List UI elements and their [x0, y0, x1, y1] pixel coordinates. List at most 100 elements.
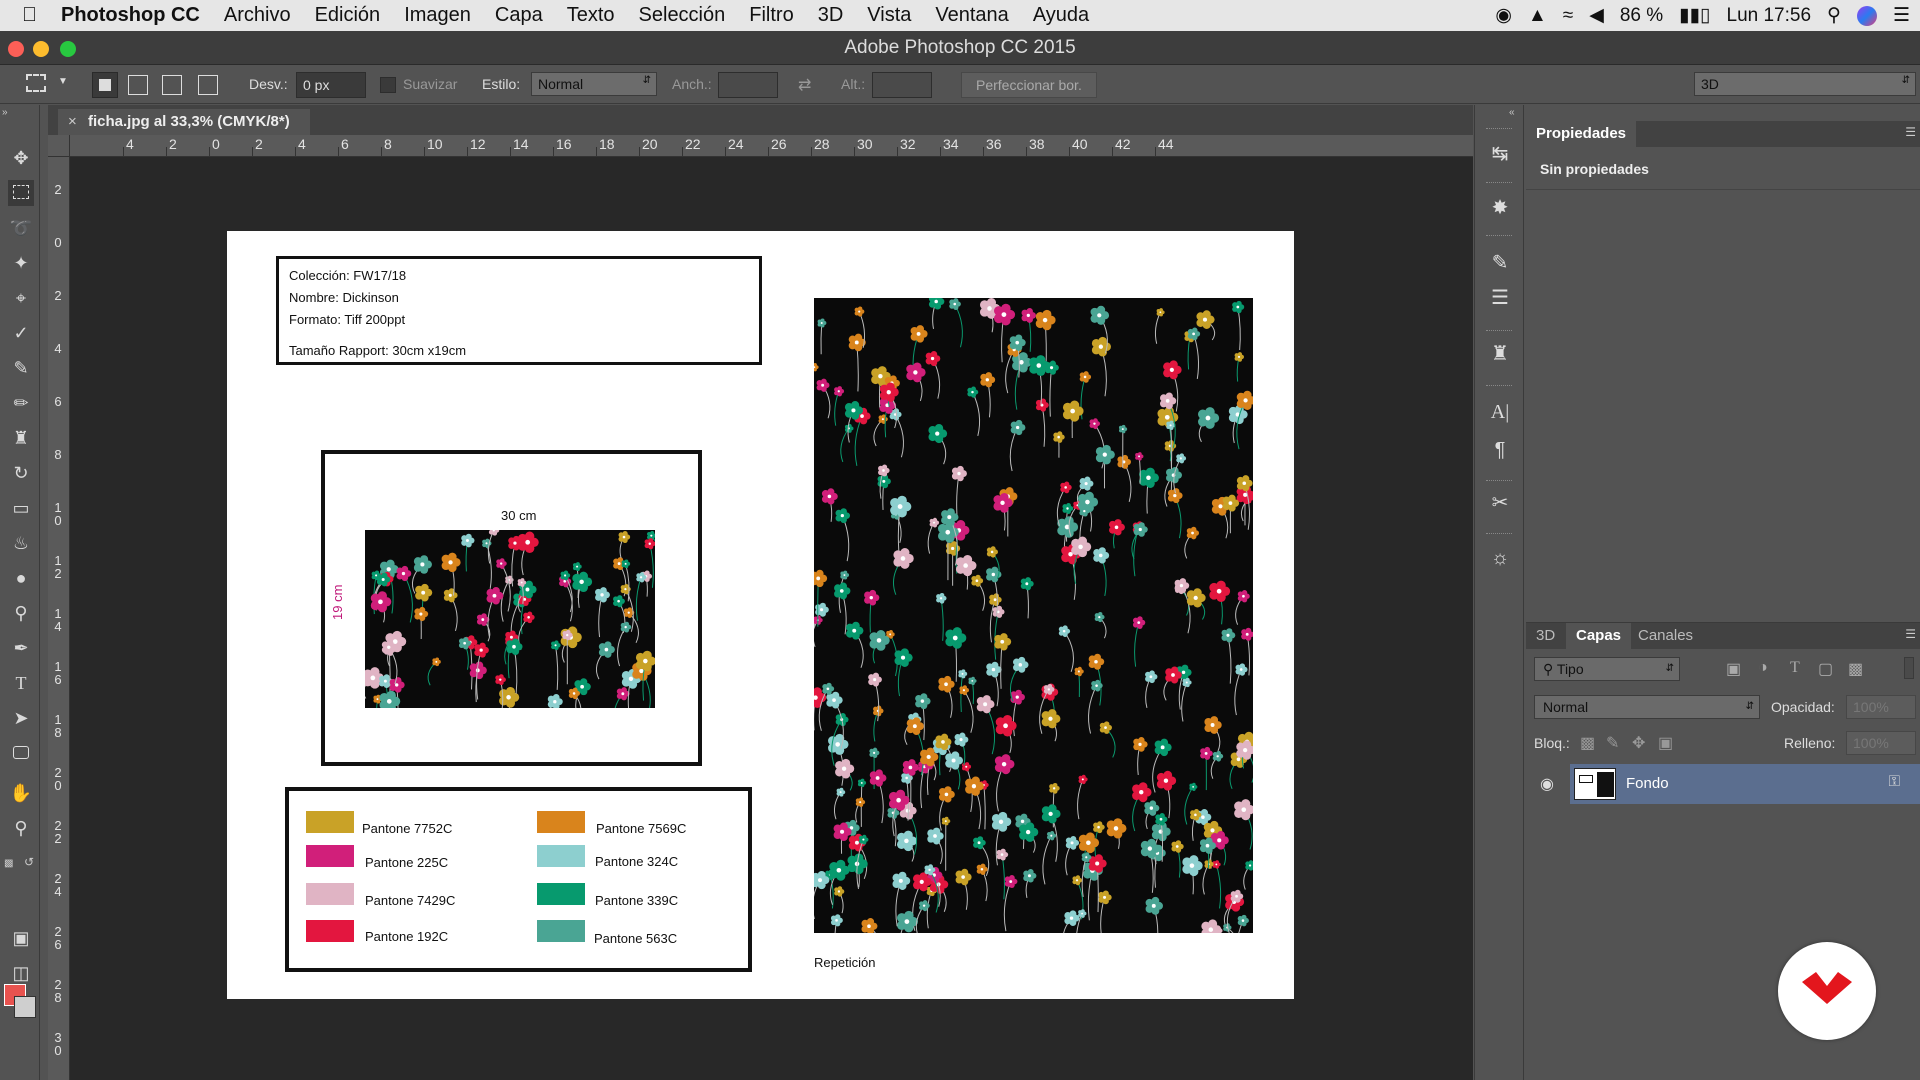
- collapse-dock-icon[interactable]: «: [1509, 107, 1515, 118]
- menu-seleccion[interactable]: Selección: [627, 4, 738, 27]
- battery-icon[interactable]: ▮▮▯: [1679, 4, 1710, 27]
- siri-icon[interactable]: [1856, 5, 1877, 26]
- vertical-ruler[interactable]: 2 0 2 4 6 8 1 0 1 2 1 4 1 6 1 8 2 0 2 2 2 4 2 6 2 8 3 0: [48, 157, 70, 1080]
- lasso-tool-icon[interactable]: ➰: [8, 215, 34, 241]
- 3d-panel-icon[interactable]: ✸: [1487, 195, 1513, 221]
- menu-ventana[interactable]: Ventana: [923, 4, 1020, 27]
- blur-tool-icon[interactable]: ●: [8, 565, 34, 591]
- vlc-icon[interactable]: ▲: [1528, 5, 1547, 27]
- panel-grip[interactable]: [1486, 182, 1512, 185]
- menu-capa[interactable]: Capa: [483, 4, 555, 27]
- default-colors-icon[interactable]: ▩: [4, 858, 13, 869]
- record-icon[interactable]: ◉: [1495, 4, 1512, 27]
- menu-ayuda[interactable]: Ayuda: [1021, 4, 1101, 27]
- menu-3d[interactable]: 3D: [806, 4, 856, 27]
- hand-tool-icon[interactable]: ✋: [8, 780, 34, 806]
- menu-imagen[interactable]: Imagen: [392, 4, 483, 27]
- eyedropper-tool-icon[interactable]: ✓: [8, 320, 34, 346]
- lock-position-icon[interactable]: ✥: [1632, 733, 1645, 753]
- path-selection-tool-icon[interactable]: ➤: [8, 705, 34, 731]
- suavizar-checkbox[interactable]: [380, 77, 396, 93]
- swap-colors-icon[interactable]: ↺: [24, 855, 34, 869]
- healing-brush-tool-icon[interactable]: ✎: [8, 355, 34, 381]
- layer-filter-select[interactable]: ⚲ Tipo ⇵: [1534, 657, 1680, 681]
- notification-center-icon[interactable]: ☰: [1893, 4, 1910, 27]
- menu-edicion[interactable]: Edición: [303, 4, 393, 27]
- estilo-select[interactable]: Normal ⇵: [531, 72, 657, 96]
- panel-grip[interactable]: [1486, 235, 1512, 238]
- menu-vista[interactable]: Vista: [855, 4, 923, 27]
- brush-presets-icon[interactable]: ✎: [1487, 250, 1513, 276]
- swap-width-height-icon[interactable]: ⇄: [798, 75, 811, 95]
- layer-visibility-eye-icon[interactable]: ◉: [1540, 774, 1554, 794]
- alt-input[interactable]: [872, 72, 932, 98]
- new-selection-icon[interactable]: [92, 72, 118, 98]
- panel-grip[interactable]: [1486, 533, 1512, 536]
- lock-image-icon[interactable]: ✎: [1606, 733, 1619, 753]
- filter-pixel-icon[interactable]: ▣: [1726, 659, 1741, 679]
- battery-percent[interactable]: 86 %: [1620, 5, 1663, 27]
- tab-3d[interactable]: 3D: [1526, 623, 1565, 649]
- anch-input[interactable]: [718, 72, 778, 98]
- layer-name[interactable]: Fondo: [1626, 775, 1669, 792]
- background-color-swatch[interactable]: [14, 996, 36, 1018]
- menu-texto[interactable]: Texto: [555, 4, 627, 27]
- panel-grip[interactable]: [1486, 385, 1512, 388]
- tab-canales[interactable]: Canales: [1628, 623, 1703, 649]
- filter-smart-object-icon[interactable]: ▩: [1848, 659, 1863, 679]
- workspace-select[interactable]: 3D ⇵: [1694, 72, 1916, 96]
- opacity-input[interactable]: 100%: [1846, 695, 1916, 719]
- dodge-tool-icon[interactable]: ⚲: [8, 600, 34, 626]
- marquee-tool-icon[interactable]: [8, 180, 34, 206]
- layer-row-fondo[interactable]: Fondo ⚿: [1570, 764, 1920, 804]
- spotlight-search-icon[interactable]: ⚲: [1827, 4, 1841, 27]
- menu-filtro[interactable]: Filtro: [737, 4, 805, 27]
- zoom-tool-icon[interactable]: ⚲: [8, 815, 34, 841]
- close-window-icon[interactable]: [8, 41, 24, 57]
- history-panel-icon[interactable]: ↹: [1487, 141, 1513, 167]
- clone-source-icon[interactable]: ♜: [1487, 341, 1513, 367]
- tab-capas[interactable]: Capas: [1566, 623, 1632, 649]
- minimize-window-icon[interactable]: [33, 41, 49, 57]
- panel-grip[interactable]: [1486, 128, 1512, 131]
- filter-adjustment-icon[interactable]: ◑: [1758, 659, 1768, 677]
- filter-shape-icon[interactable]: ▢: [1818, 659, 1833, 679]
- filter-type-icon[interactable]: T: [1790, 659, 1800, 677]
- character-panel-icon[interactable]: A|: [1487, 399, 1513, 425]
- rectangle-tool-icon[interactable]: [8, 740, 34, 766]
- refine-edge-button[interactable]: Perfeccionar bor.: [961, 72, 1097, 98]
- crop-tool-icon[interactable]: ⌖: [8, 285, 34, 311]
- fill-input[interactable]: 100%: [1846, 731, 1916, 755]
- move-tool-icon[interactable]: ✥: [8, 145, 34, 171]
- panel-grip[interactable]: [1486, 330, 1512, 333]
- tab-propiedades[interactable]: Propiedades: [1526, 121, 1637, 147]
- horizontal-ruler[interactable]: 4 2 0 2 4 6 8 10 12 14 16 18 20 22 24 26 28 30 32 34 36 38 40 4…: [70, 135, 1473, 157]
- paragraph-panel-icon[interactable]: ¶: [1487, 437, 1513, 463]
- tool-presets-icon[interactable]: ✂: [1487, 490, 1513, 516]
- panel-menu-icon[interactable]: ☰: [1905, 627, 1916, 641]
- eraser-tool-icon[interactable]: ▭: [8, 495, 34, 521]
- paint-bucket-tool-icon[interactable]: ♨: [8, 530, 34, 556]
- clock[interactable]: Lun 17:56: [1727, 5, 1812, 27]
- marquee-tool-preset-icon[interactable]: [26, 74, 46, 92]
- magic-wand-tool-icon[interactable]: ✦: [8, 250, 34, 276]
- lock-all-icon[interactable]: ▣: [1658, 733, 1673, 753]
- zoom-window-icon[interactable]: [60, 41, 76, 57]
- subtract-from-selection-icon[interactable]: [162, 75, 182, 95]
- history-brush-tool-icon[interactable]: ↻: [8, 460, 34, 486]
- menu-archivo[interactable]: Archivo: [212, 4, 303, 27]
- filter-toggle[interactable]: [1904, 657, 1914, 679]
- lock-transparent-icon[interactable]: ▩: [1580, 733, 1595, 753]
- add-to-selection-icon[interactable]: [128, 75, 148, 95]
- apple-icon[interactable]: : [0, 4, 49, 27]
- pen-tool-icon[interactable]: ✒: [8, 635, 34, 661]
- preset-dropdown-arrow-icon[interactable]: ▼: [58, 76, 68, 87]
- type-tool-icon[interactable]: T: [8, 670, 34, 696]
- blend-mode-select[interactable]: Normal ⇵: [1534, 695, 1760, 719]
- panel-menu-icon[interactable]: ☰: [1905, 125, 1916, 139]
- screen-mode-icon[interactable]: ◫: [8, 960, 34, 986]
- document-tab[interactable]: × ficha.jpg al 33,3% (CMYK/8*): [58, 109, 310, 135]
- ruler-corner[interactable]: [48, 135, 70, 157]
- volume-icon[interactable]: ◀: [1589, 4, 1604, 27]
- desv-input[interactable]: 0 px: [296, 72, 366, 98]
